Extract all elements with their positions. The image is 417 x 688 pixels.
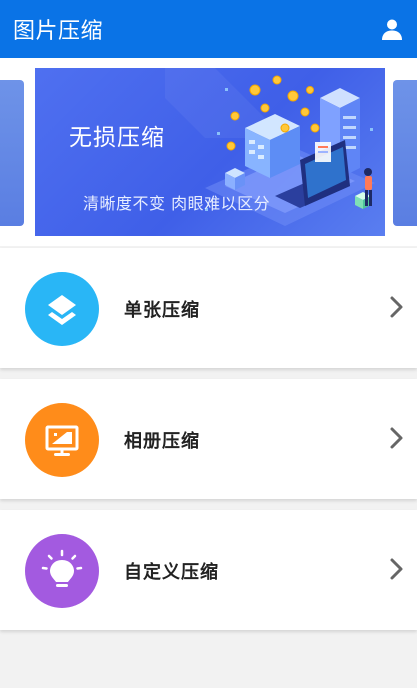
option-label: 相册压缩 [124,431,200,452]
app-title: 图片压缩 [13,19,104,44]
banner-lossless[interactable]: 无损压缩 清晰度不变 肉眼难以区分 [35,68,385,236]
banner-carousel[interactable]: 无损压缩 清晰度不变 肉眼难以区分 [0,58,417,246]
chevron-right-icon [390,558,403,580]
user-button[interactable] [377,14,407,44]
option-label: 单张压缩 [124,300,200,321]
option-album-compress[interactable]: 相册压缩 [0,379,417,499]
banner-subtitle: 清晰度不变 肉眼难以区分 [83,194,271,213]
previous-banner-peek[interactable] [0,80,24,226]
layers-icon [25,272,99,346]
banner-title: 无损压缩 [69,125,165,151]
image-frame-icon [25,403,99,477]
lightbulb-icon [25,534,99,608]
option-single-compress[interactable]: 单张压缩 [0,248,417,368]
next-banner-peek[interactable] [393,80,417,226]
option-custom-compress[interactable]: 自定义压缩 [0,510,417,630]
app-bar: 图片压缩 [0,0,417,58]
chevron-right-icon [390,427,403,449]
option-label: 自定义压缩 [124,562,219,583]
chevron-right-icon [390,296,403,318]
user-icon [382,19,402,40]
